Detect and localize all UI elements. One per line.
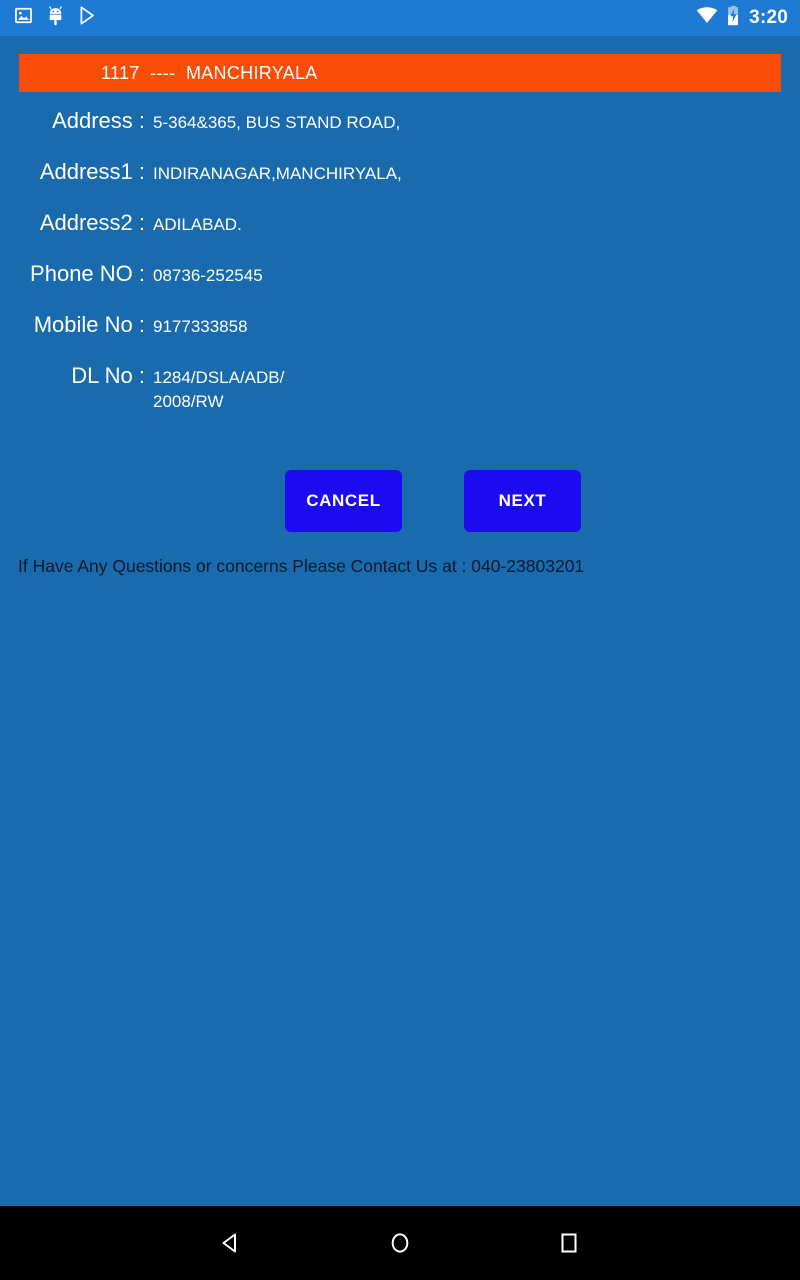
detail-label-dl-no: DL No : [71, 363, 145, 388]
detail-row-mobile-no: Mobile No : 9177333858 [0, 312, 800, 339]
detail-label-address2: Address2 : [39, 210, 145, 235]
detail-row-dl-no: DL No : 1284/DSLA/ADB/ 2008/RW [0, 363, 800, 414]
detail-row-address1: Address1 : INDIRANAGAR,MANCHIRYALA, [0, 159, 800, 186]
status-bar-notification-icons [14, 5, 96, 31]
detail-row-address2: Address2 : ADILABAD. [0, 210, 800, 237]
app-screen: 3:20 1117 ---- MANCHIRYALA Address : 5-3… [0, 0, 800, 1280]
next-button[interactable]: NEXT [464, 470, 581, 532]
detail-value-phone-no: 08736-252545 [153, 266, 263, 285]
detail-row-address: Address : 5-364&365, BUS STAND ROAD, [0, 108, 800, 135]
detail-row-phone-no: Phone NO : 08736-252545 [0, 261, 800, 288]
status-bar-system-icons: 3:20 [696, 5, 788, 31]
home-circle-icon[interactable] [359, 1206, 441, 1280]
action-button-bar: CANCEL NEXT [0, 470, 800, 532]
battery-charging-icon [727, 5, 740, 31]
detail-value-mobile-no: 9177333858 [153, 317, 248, 336]
wifi-icon [696, 7, 718, 29]
status-bar: 3:20 [0, 0, 800, 36]
detail-value-address: 5-364&365, BUS STAND ROAD, [153, 113, 401, 132]
detail-value-address1: INDIRANAGAR,MANCHIRYALA, [153, 164, 402, 183]
status-bar-clock: 3:20 [749, 7, 788, 28]
image-icon [14, 6, 33, 30]
shop-details-list: Address : 5-364&365, BUS STAND ROAD, Add… [0, 108, 800, 438]
android-robot-icon [47, 5, 64, 31]
detail-value-address2: ADILABAD. [153, 215, 242, 234]
detail-label-address1: Address1 : [39, 159, 145, 184]
shop-header-text: 1117 ---- MANCHIRYALA [101, 62, 318, 83]
android-navigation-bar [0, 1206, 800, 1280]
detail-label-address: Address : [52, 108, 145, 133]
detail-label-mobile-no: Mobile No : [33, 312, 145, 337]
detail-label-phone-no: Phone NO : [30, 261, 145, 286]
back-triangle-icon[interactable] [190, 1206, 272, 1280]
play-store-icon [78, 6, 96, 30]
recents-square-icon[interactable] [528, 1206, 610, 1280]
contact-footer-text: If Have Any Questions or concerns Please… [18, 556, 585, 576]
detail-value-dl-no: 1284/DSLA/ADB/ 2008/RW [153, 368, 285, 411]
shop-header-banner: 1117 ---- MANCHIRYALA [19, 54, 781, 92]
cancel-button[interactable]: CANCEL [285, 470, 402, 532]
